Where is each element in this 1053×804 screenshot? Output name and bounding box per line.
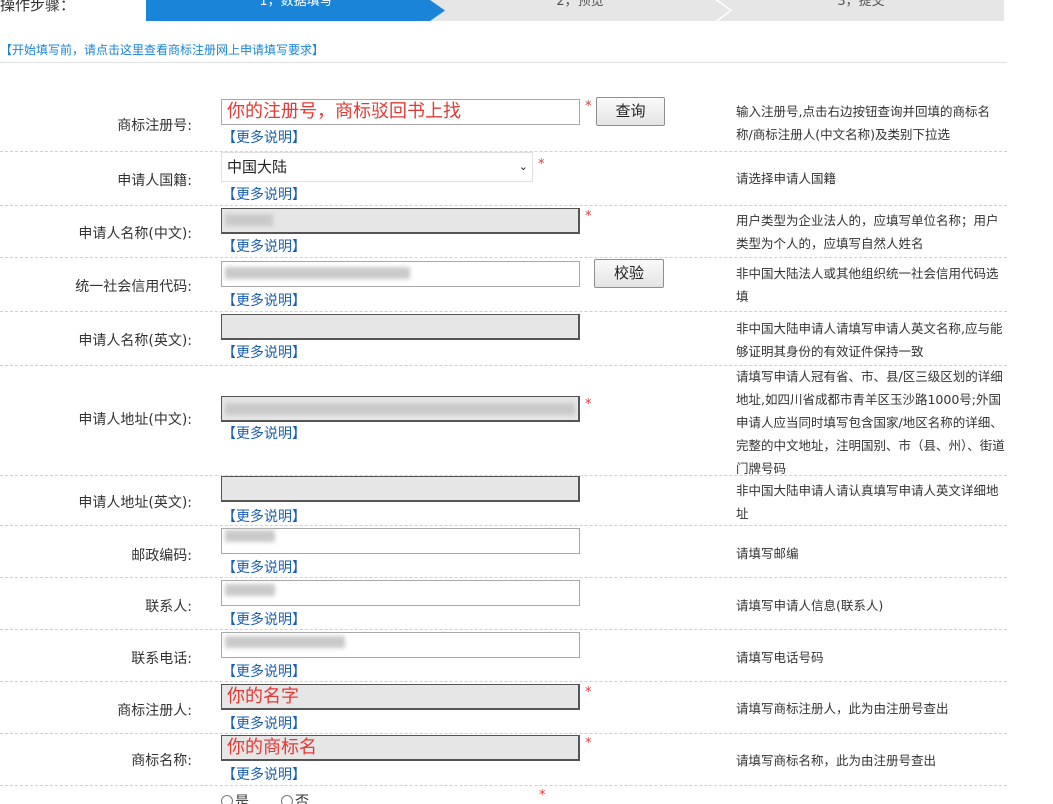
- step-preview: 2，预览: [430, 0, 730, 21]
- field-label: 申请人名称(英文):: [78, 333, 192, 349]
- row-applicant-address-cn: 申请人地址(中文): * 【更多说明】 请填写申请人冠有省、市、县/区三级区划的…: [0, 366, 1007, 476]
- more-info-link[interactable]: 【更多说明】: [222, 184, 306, 204]
- redacted-text: [225, 584, 275, 596]
- required-marker: *: [585, 685, 592, 700]
- more-info-link[interactable]: 【更多说明】: [222, 342, 306, 362]
- field-label: 申请人名称(中文):: [78, 226, 192, 242]
- required-marker: *: [585, 736, 592, 751]
- more-info-link[interactable]: 【更多说明】: [222, 506, 306, 526]
- required-marker: *: [585, 99, 592, 114]
- radio-yes[interactable]: 是: [221, 791, 249, 804]
- field-label: 申请人地址(英文):: [78, 495, 192, 511]
- more-info-link[interactable]: 【更多说明】: [222, 127, 306, 147]
- field-label: 统一社会信用代码:: [75, 279, 192, 295]
- field-label: 联系人:: [145, 599, 192, 615]
- nationality-select[interactable]: 中国大陆 ⌄: [221, 152, 533, 182]
- redacted-text: [225, 214, 273, 226]
- field-hint: 请填写商标注册人，此为由注册号查出: [736, 701, 949, 716]
- row-contact: 联系人: 【更多说明】 请填写申请人信息(联系人): [0, 578, 1007, 630]
- required-marker: *: [585, 397, 592, 412]
- verify-button[interactable]: 校验: [594, 259, 664, 288]
- field-hint: 请填写商标名称，此为由注册号查出: [736, 753, 937, 768]
- field-hint: 请填写邮编: [736, 546, 799, 561]
- requirements-link[interactable]: 【开始填写前，请点击这里查看商标注册网上申请填写要求】: [0, 41, 324, 58]
- row-credit-code: 统一社会信用代码: 校验 【更多说明】 非中国大陆法人或其他组织统一社会信用代码…: [0, 258, 1007, 312]
- required-marker: *: [539, 788, 546, 803]
- radio-circle-icon: [221, 795, 233, 804]
- required-marker: *: [585, 209, 592, 224]
- field-hint: 用户类型为企业法人的，应填写单位名称；用户类型为个人的，应填写自然人姓名: [736, 213, 999, 251]
- registrant-input[interactable]: 你的名字: [221, 684, 580, 710]
- radio-no[interactable]: 否: [281, 791, 309, 804]
- step-submit: 3，提交: [718, 0, 1004, 21]
- field-hint: 非中国大陆申请人请认真填写申请人英文详细地址: [736, 483, 999, 521]
- more-info-link[interactable]: 【更多说明】: [222, 290, 306, 310]
- radio-circle-icon: [281, 795, 293, 804]
- field-label: 商标注册人:: [117, 703, 192, 719]
- more-info-link[interactable]: 【更多说明】: [222, 764, 306, 784]
- applicant-name-cn-input[interactable]: [221, 208, 580, 234]
- row-registration-number: 商标注册号: 你的注册号，商标驳回书上找 * 查询 【更多说明】 输入注册号,点…: [0, 96, 1007, 152]
- step-data-entry: 1，数据填写: [146, 0, 446, 21]
- redacted-text: [225, 267, 410, 279]
- applicant-name-en-input[interactable]: [221, 314, 580, 340]
- field-hint: 非中国大陆申请人请填写申请人英文名称,应与能够证明其身份的有效证件保持一致: [736, 321, 1003, 359]
- more-info-link[interactable]: 【更多说明】: [222, 661, 306, 681]
- field-label: 联系电话:: [131, 651, 192, 667]
- row-registrant: 商标注册人: 你的名字 * 【更多说明】 请填写商标注册人，此为由注册号查出: [0, 682, 1007, 734]
- field-label: 商标注册号:: [117, 118, 192, 134]
- field-label: 申请人地址(中文):: [78, 412, 192, 428]
- more-info-link[interactable]: 【更多说明】: [222, 236, 306, 256]
- redacted-text: [225, 530, 275, 542]
- row-applicant-name-cn: 申请人名称(中文): * 【更多说明】 用户类型为企业法人的，应填写单位名称；用…: [0, 206, 1007, 258]
- field-label: 商标名称:: [131, 753, 192, 769]
- query-button[interactable]: 查询: [596, 97, 665, 126]
- field-label: 邮政编码:: [131, 548, 192, 564]
- field-hint: 请填写电话号码: [736, 650, 824, 665]
- field-hint: 请填写申请人信息(联系人): [736, 598, 884, 613]
- row-postal-code: 邮政编码: 【更多说明】 请填写邮编: [0, 526, 1007, 578]
- more-info-link[interactable]: 【更多说明】: [222, 609, 306, 629]
- redacted-text: [225, 403, 575, 415]
- more-info-link[interactable]: 【更多说明】: [222, 423, 306, 443]
- row-applicant-address-en: 申请人地址(英文): 【更多说明】 非中国大陆申请人请认真填写申请人英文详细地址: [0, 476, 1007, 526]
- divider: [0, 62, 1007, 63]
- more-info-link[interactable]: 【更多说明】: [222, 713, 306, 733]
- row-phone: 联系电话: 【更多说明】 请填写电话号码: [0, 630, 1007, 682]
- chevron-down-icon: ⌄: [518, 160, 528, 173]
- row-applicant-name-en: 申请人名称(英文): 【更多说明】 非中国大陆申请人请填写申请人英文名称,应与能…: [0, 312, 1007, 366]
- field-hint: 请填写申请人冠有省、市、县/区三级区划的详细地址,如四川省成都市青羊区玉沙路10…: [736, 369, 1005, 476]
- row-trademark-name: 商标名称: 你的商标名 * 【更多说明】 请填写商标名称，此为由注册号查出: [0, 734, 1007, 786]
- trademark-application-form: 操作步骤： 1，数据填写 2，预览 3，提交 【开始填写前，请点击这里查看商标注…: [0, 0, 1053, 804]
- required-marker: *: [538, 157, 545, 172]
- registration-number-input[interactable]: 你的注册号，商标驳回书上找: [221, 99, 580, 125]
- trademark-name-input[interactable]: 你的商标名: [221, 735, 580, 761]
- field-hint: 请选择申请人国籍: [736, 171, 837, 186]
- step-progress: 操作步骤： 1，数据填写 2，预览 3，提交: [0, 0, 1053, 22]
- more-info-link[interactable]: 【更多说明】: [222, 557, 306, 577]
- steps-label: 操作步骤：: [0, 0, 76, 14]
- field-label: 申请人国籍:: [117, 173, 192, 189]
- field-hint: 非中国大陆法人或其他组织统一社会信用代码选填: [736, 266, 999, 304]
- redacted-text: [225, 636, 345, 648]
- field-hint: 输入注册号,点击右边按钮查询并回填的商标名称/商标注册人(中文名称)及类别下拉选: [736, 104, 990, 142]
- applicant-address-en-input[interactable]: [221, 476, 580, 502]
